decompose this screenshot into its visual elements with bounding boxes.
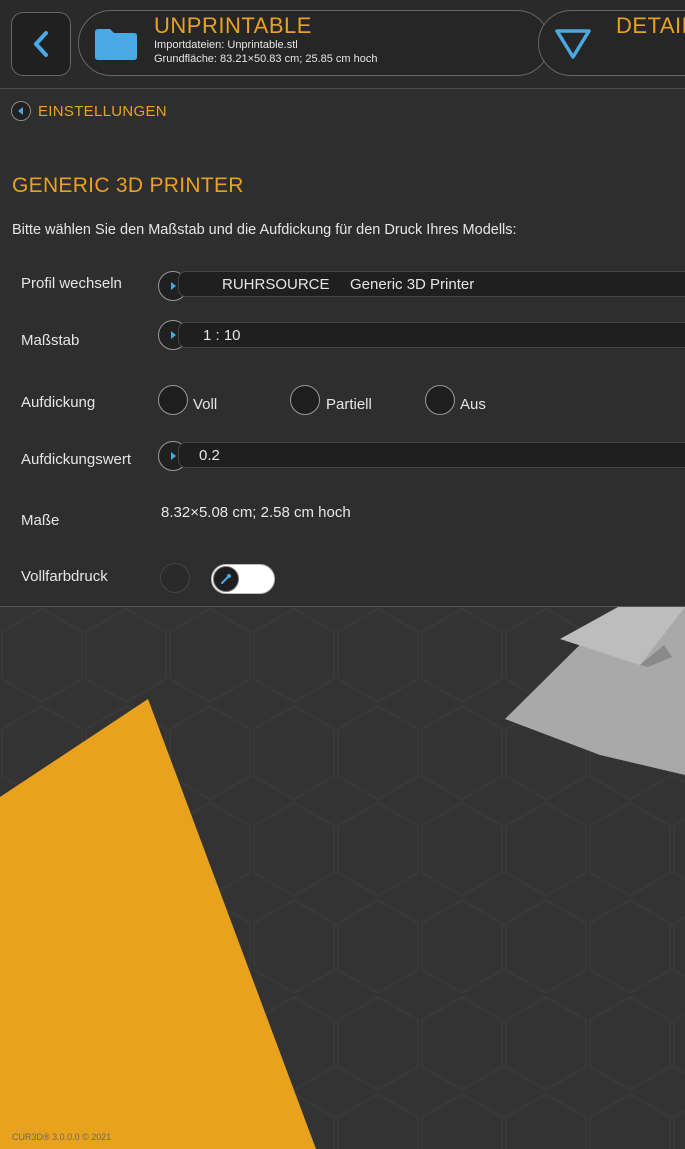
- detail-button[interactable]: DETAIL: [538, 10, 685, 76]
- version-text: CUR3D® 3.0.0.0 © 2021: [12, 1132, 112, 1142]
- base-area-text: Grundfläche: 83.21×50.83 cm; 25.85 cm ho…: [154, 53, 378, 65]
- triangle-down-icon: [553, 23, 593, 63]
- intro-text: Bitte wählen Sie den Maßstab und die Auf…: [12, 222, 517, 238]
- thickening-off-radio[interactable]: [425, 385, 455, 415]
- profile-label: Profil wechseln: [21, 275, 122, 292]
- viewport-canvas[interactable]: [0, 607, 685, 1149]
- thickening-value: 0.2: [199, 447, 220, 464]
- thickening-value-input[interactable]: [178, 442, 685, 468]
- scale-select[interactable]: [178, 322, 685, 348]
- full-color-label: Vollfarbdruck: [21, 568, 108, 585]
- top-bar: UNPRINTABLE Importdateien: Unprintable.s…: [0, 0, 685, 89]
- dimensions-value: 8.32×5.08 cm; 2.58 cm hoch: [161, 504, 351, 521]
- thickening-value-label: Aufdickungswert: [21, 451, 132, 468]
- caret-right-icon: [171, 452, 176, 460]
- breadcrumb-back-button[interactable]: [11, 101, 31, 121]
- caret-right-icon: [171, 282, 176, 290]
- scale-value: 1 : 10: [203, 327, 241, 344]
- thickening-off-label[interactable]: Aus: [460, 396, 486, 413]
- printer-title: GENERIC 3D PRINTER: [12, 174, 244, 197]
- caret-left-icon: [18, 107, 23, 115]
- file-info-panel[interactable]: UNPRINTABLE Importdateien: Unprintable.s…: [78, 10, 550, 76]
- caret-right-icon: [171, 331, 176, 339]
- full-color-toggle[interactable]: [211, 564, 275, 594]
- back-button[interactable]: [11, 12, 71, 76]
- breadcrumb[interactable]: EINSTELLUNGEN: [11, 100, 167, 122]
- dimensions-label: Maße: [21, 512, 60, 529]
- thickening-full-label[interactable]: Voll: [193, 396, 217, 413]
- full-color-indicator: [160, 563, 190, 593]
- import-files-text: Importdateien: Unprintable.stl: [154, 39, 298, 51]
- breadcrumb-label[interactable]: EINSTELLUNGEN: [38, 103, 167, 120]
- scale-label: Maßstab: [21, 332, 80, 349]
- eyedropper-icon: [213, 566, 239, 592]
- thickening-partial-label[interactable]: Partiell: [326, 396, 372, 413]
- profile-vendor: RUHRSOURCE: [222, 276, 330, 293]
- thickening-full-radio[interactable]: [158, 385, 188, 415]
- chevron-left-icon: [34, 31, 48, 57]
- profile-model: Generic 3D Printer: [350, 276, 475, 293]
- detail-label: DETAIL: [616, 13, 685, 38]
- folder-icon: [93, 27, 139, 61]
- thickening-label: Aufdickung: [21, 394, 96, 411]
- thickening-partial-radio[interactable]: [290, 385, 320, 415]
- 3d-viewport[interactable]: [0, 606, 685, 1149]
- file-title: UNPRINTABLE: [154, 13, 312, 38]
